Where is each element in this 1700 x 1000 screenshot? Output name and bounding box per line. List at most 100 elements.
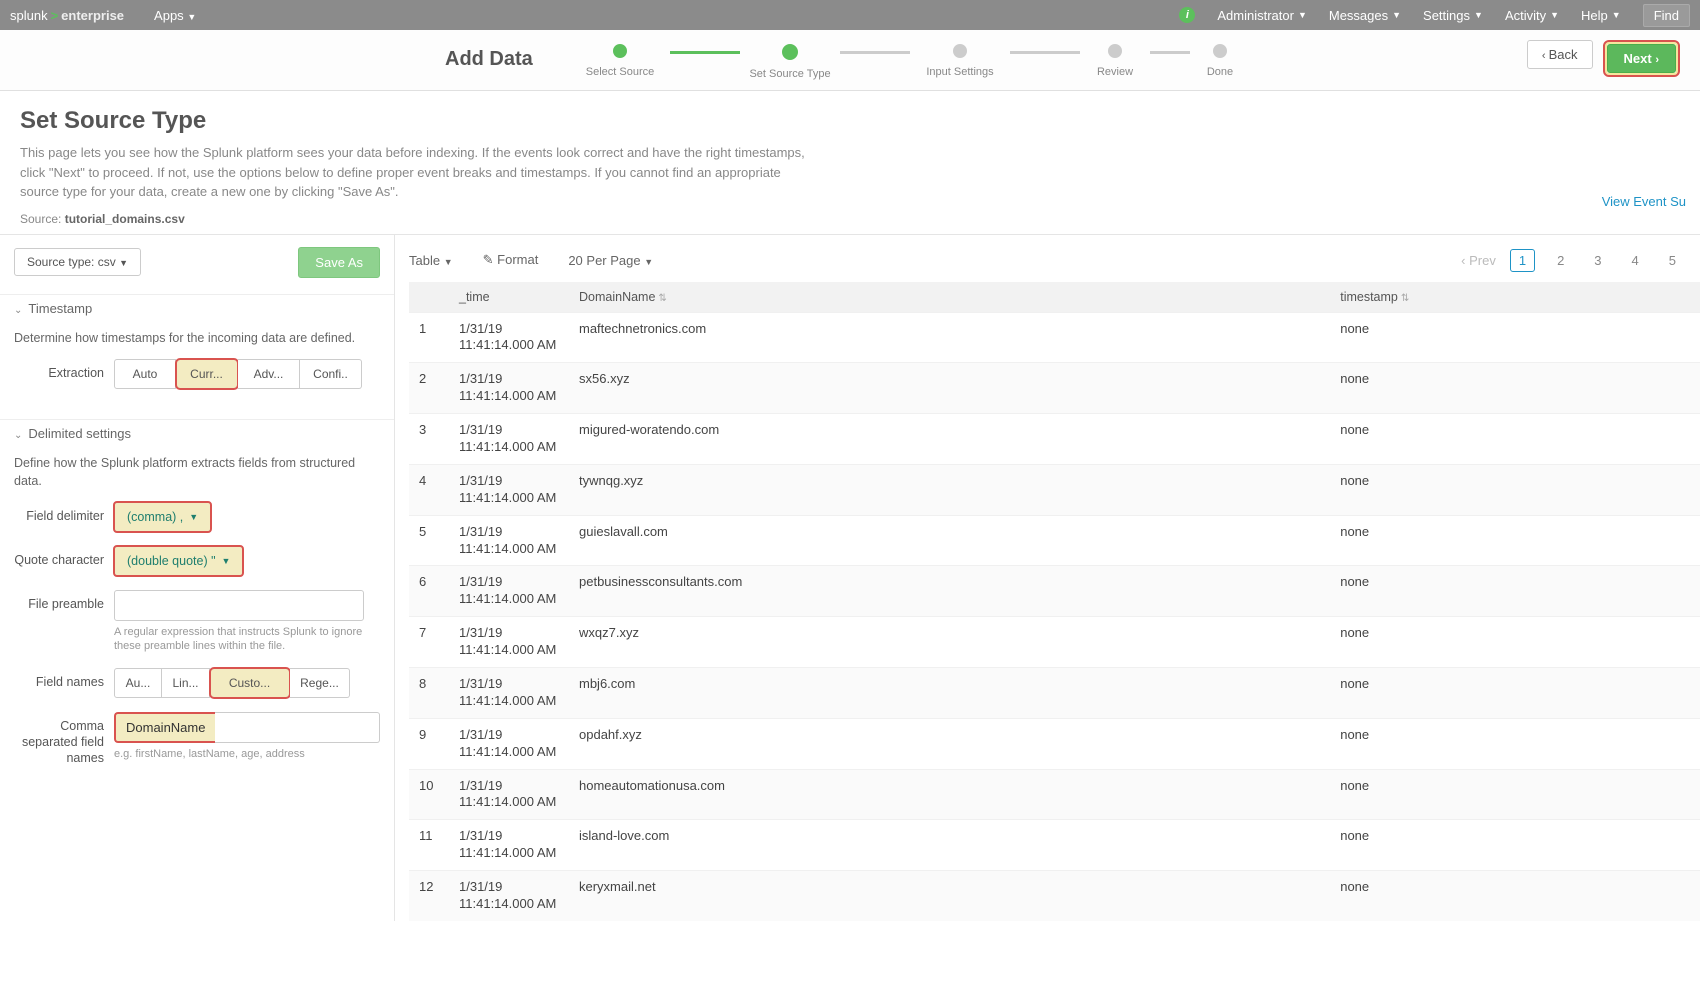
step-done[interactable]: Done (1190, 44, 1250, 78)
view-event-summary-link[interactable]: View Event Su (1602, 194, 1686, 209)
add-data-title: Add Data (445, 48, 533, 71)
chevron-left-icon: ‹ (1461, 253, 1469, 268)
csfn-input-wrap: DomainName (114, 712, 380, 743)
table-row[interactable]: 31/31/1911:41:14.000 AMmigured-woratendo… (409, 414, 1700, 465)
page-5[interactable]: 5 (1661, 250, 1684, 271)
pagination: ‹ Prev 1 2 3 4 5 (1461, 249, 1684, 272)
fieldnames-regex[interactable]: Rege... (290, 668, 350, 698)
page-description: This page lets you see how the Splunk pl… (20, 143, 820, 202)
next-button[interactable]: Next › (1607, 44, 1676, 73)
col-timestamp[interactable]: timestamp⇅ (1330, 282, 1700, 313)
fieldnames-custom[interactable]: Custo... (210, 668, 290, 698)
file-preamble-input[interactable] (114, 590, 364, 621)
delimited-section-header[interactable]: ⌄Delimited settings (0, 419, 394, 447)
cell-timestamp: none (1330, 312, 1700, 363)
source-filename: tutorial_domains.csv (65, 212, 185, 226)
caret-down-icon: ▼ (189, 512, 198, 522)
apps-menu[interactable]: Apps ▼ (154, 8, 196, 23)
table-row[interactable]: 51/31/1911:41:14.000 AMguieslavall.comno… (409, 515, 1700, 566)
format-button[interactable]: ✎ Format (483, 252, 539, 268)
fieldnames-line[interactable]: Lin... (162, 668, 210, 698)
page-prev[interactable]: ‹ Prev (1461, 253, 1496, 268)
table-row[interactable]: 81/31/1911:41:14.000 AMmbj6.comnone (409, 667, 1700, 718)
timestamp-description: Determine how timestamps for the incomin… (14, 330, 380, 348)
find-button[interactable]: Find (1643, 4, 1690, 27)
cell-timestamp: none (1330, 464, 1700, 515)
page-4[interactable]: 4 (1624, 250, 1647, 271)
page-3[interactable]: 3 (1586, 250, 1609, 271)
view-table-dropdown[interactable]: Table ▼ (409, 253, 453, 268)
cell-time: 1/31/1911:41:14.000 AM (449, 515, 569, 566)
row-number: 5 (409, 515, 449, 566)
cell-domain: wxqz7.xyz (569, 617, 1330, 668)
menu-settings[interactable]: Settings▼ (1423, 8, 1483, 23)
col-domain[interactable]: DomainName⇅ (569, 282, 1330, 313)
extraction-advanced[interactable]: Adv... (238, 359, 300, 389)
cell-domain: guieslavall.com (569, 515, 1330, 566)
step-set-source-type[interactable]: Set Source Type (740, 44, 840, 80)
cell-domain: opdahf.xyz (569, 718, 1330, 769)
quote-character-label: Quote character (14, 546, 114, 568)
save-as-button[interactable]: Save As (298, 247, 380, 278)
main-content: Source type: csv ▼ Save As ⌄Timestamp De… (0, 234, 1700, 921)
menu-help[interactable]: Help▼ (1581, 8, 1621, 23)
table-row[interactable]: 71/31/1911:41:14.000 AMwxqz7.xyznone (409, 617, 1700, 668)
menu-administrator[interactable]: Administrator▼ (1217, 8, 1307, 23)
wizard-steps: Select Source Set Source Type Input Sett… (570, 44, 1250, 80)
col-time[interactable]: _time (449, 282, 569, 313)
table-row[interactable]: 121/31/1911:41:14.000 AMkeryxmail.netnon… (409, 871, 1700, 921)
cell-time: 1/31/1911:41:14.000 AM (449, 363, 569, 414)
timestamp-section-header[interactable]: ⌄Timestamp (0, 294, 394, 322)
page-2[interactable]: 2 (1549, 250, 1572, 271)
per-page-dropdown[interactable]: 20 Per Page ▼ (568, 253, 653, 268)
menu-activity[interactable]: Activity▼ (1505, 8, 1559, 23)
info-icon[interactable]: i (1179, 7, 1195, 23)
cell-domain: keryxmail.net (569, 871, 1330, 921)
file-preamble-label: File preamble (14, 590, 114, 612)
wizard-buttons: ‹ Back Next › (1527, 40, 1680, 77)
cell-timestamp: none (1330, 515, 1700, 566)
event-table: _time DomainName⇅ timestamp⇅ 11/31/1911:… (409, 282, 1700, 921)
csfn-value-highlight[interactable]: DomainName (114, 712, 215, 743)
field-delimiter-dropdown[interactable]: (comma) ,▼ (114, 502, 211, 532)
table-row[interactable]: 11/31/1911:41:14.000 AMmaftechnetronics.… (409, 312, 1700, 363)
table-row[interactable]: 111/31/1911:41:14.000 AMisland-love.comn… (409, 820, 1700, 871)
quote-character-dropdown[interactable]: (double quote) "▼ (114, 546, 243, 576)
settings-panel: Source type: csv ▼ Save As ⌄Timestamp De… (0, 235, 395, 921)
csfn-input[interactable] (215, 712, 380, 743)
page-1[interactable]: 1 (1510, 249, 1535, 272)
step-select-source[interactable]: Select Source (570, 44, 670, 78)
step-input-settings[interactable]: Input Settings (910, 44, 1010, 78)
field-delimiter-label: Field delimiter (14, 502, 114, 524)
cell-domain: tywnqg.xyz (569, 464, 1330, 515)
row-number: 4 (409, 464, 449, 515)
file-preamble-hint: A regular expression that instructs Splu… (114, 625, 380, 654)
table-row[interactable]: 21/31/1911:41:14.000 AMsx56.xyznone (409, 363, 1700, 414)
fieldnames-auto[interactable]: Au... (114, 668, 162, 698)
sort-icon: ⇅ (1401, 293, 1409, 304)
caret-down-icon: ▼ (1612, 10, 1621, 20)
row-number: 12 (409, 871, 449, 921)
chevron-left-icon: ‹ (1542, 50, 1549, 62)
table-row[interactable]: 91/31/1911:41:14.000 AMopdahf.xyznone (409, 718, 1700, 769)
table-row[interactable]: 101/31/1911:41:14.000 AMhomeautomationus… (409, 769, 1700, 820)
menu-messages[interactable]: Messages▼ (1329, 8, 1401, 23)
table-row[interactable]: 41/31/1911:41:14.000 AMtywnqg.xyznone (409, 464, 1700, 515)
row-number: 7 (409, 617, 449, 668)
caret-down-icon: ▼ (1392, 10, 1401, 20)
extraction-auto[interactable]: Auto (114, 359, 176, 389)
cell-time: 1/31/1911:41:14.000 AM (449, 871, 569, 921)
row-number: 8 (409, 667, 449, 718)
chevron-down-icon: ⌄ (14, 430, 22, 441)
cell-timestamp: none (1330, 820, 1700, 871)
cell-time: 1/31/1911:41:14.000 AM (449, 718, 569, 769)
step-review[interactable]: Review (1080, 44, 1150, 78)
extraction-current[interactable]: Curr... (176, 359, 238, 389)
page-title: Set Source Type (20, 107, 1680, 135)
table-row[interactable]: 61/31/1911:41:14.000 AMpetbusinessconsul… (409, 566, 1700, 617)
cell-time: 1/31/1911:41:14.000 AM (449, 566, 569, 617)
cell-domain: homeautomationusa.com (569, 769, 1330, 820)
extraction-configure[interactable]: Confi.. (300, 359, 362, 389)
source-type-dropdown[interactable]: Source type: csv ▼ (14, 248, 141, 276)
back-button[interactable]: ‹ Back (1527, 40, 1593, 69)
